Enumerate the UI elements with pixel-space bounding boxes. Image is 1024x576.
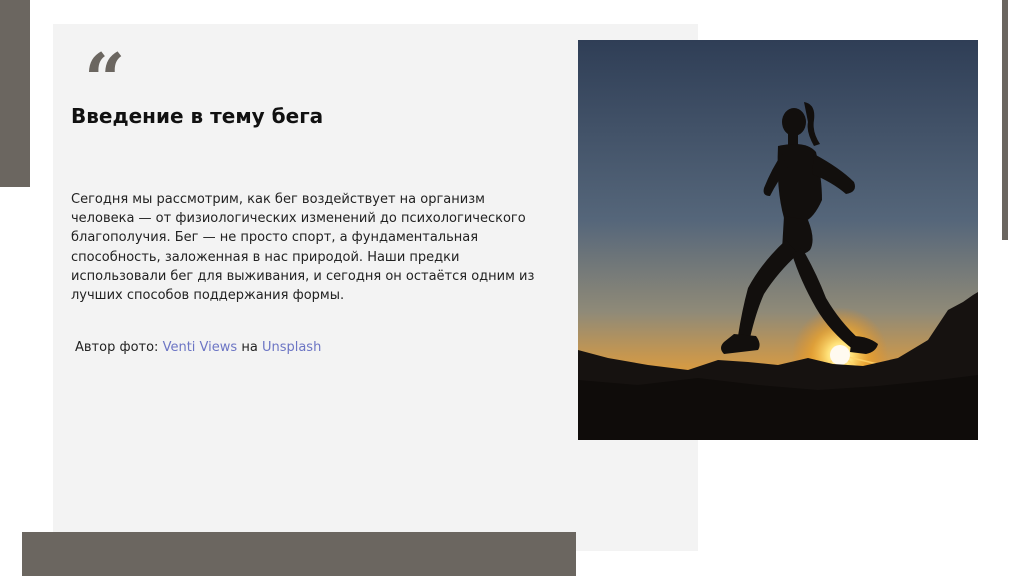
slide-title: Введение в тему бега [71, 104, 324, 128]
body-paragraph: Сегодня мы рассмотрим, как бег воздейств… [71, 192, 535, 304]
slide: “ Введение в тему бега Сегодня мы рассмо… [0, 0, 1024, 576]
credit-connector: на [241, 340, 258, 355]
author-link[interactable]: Venti Views [163, 340, 238, 355]
left-accent-bar [0, 0, 30, 187]
runner-silhouette-image [578, 40, 978, 440]
bottom-accent-bar [22, 532, 576, 576]
unsplash-link[interactable]: Unsplash [262, 340, 321, 355]
runner-photo [578, 40, 978, 440]
credit-prefix: Автор фото: [75, 340, 159, 355]
right-accent-rule [1002, 0, 1008, 240]
photo-credit: Автор фото: Venti Views на Unsplash [75, 340, 321, 356]
